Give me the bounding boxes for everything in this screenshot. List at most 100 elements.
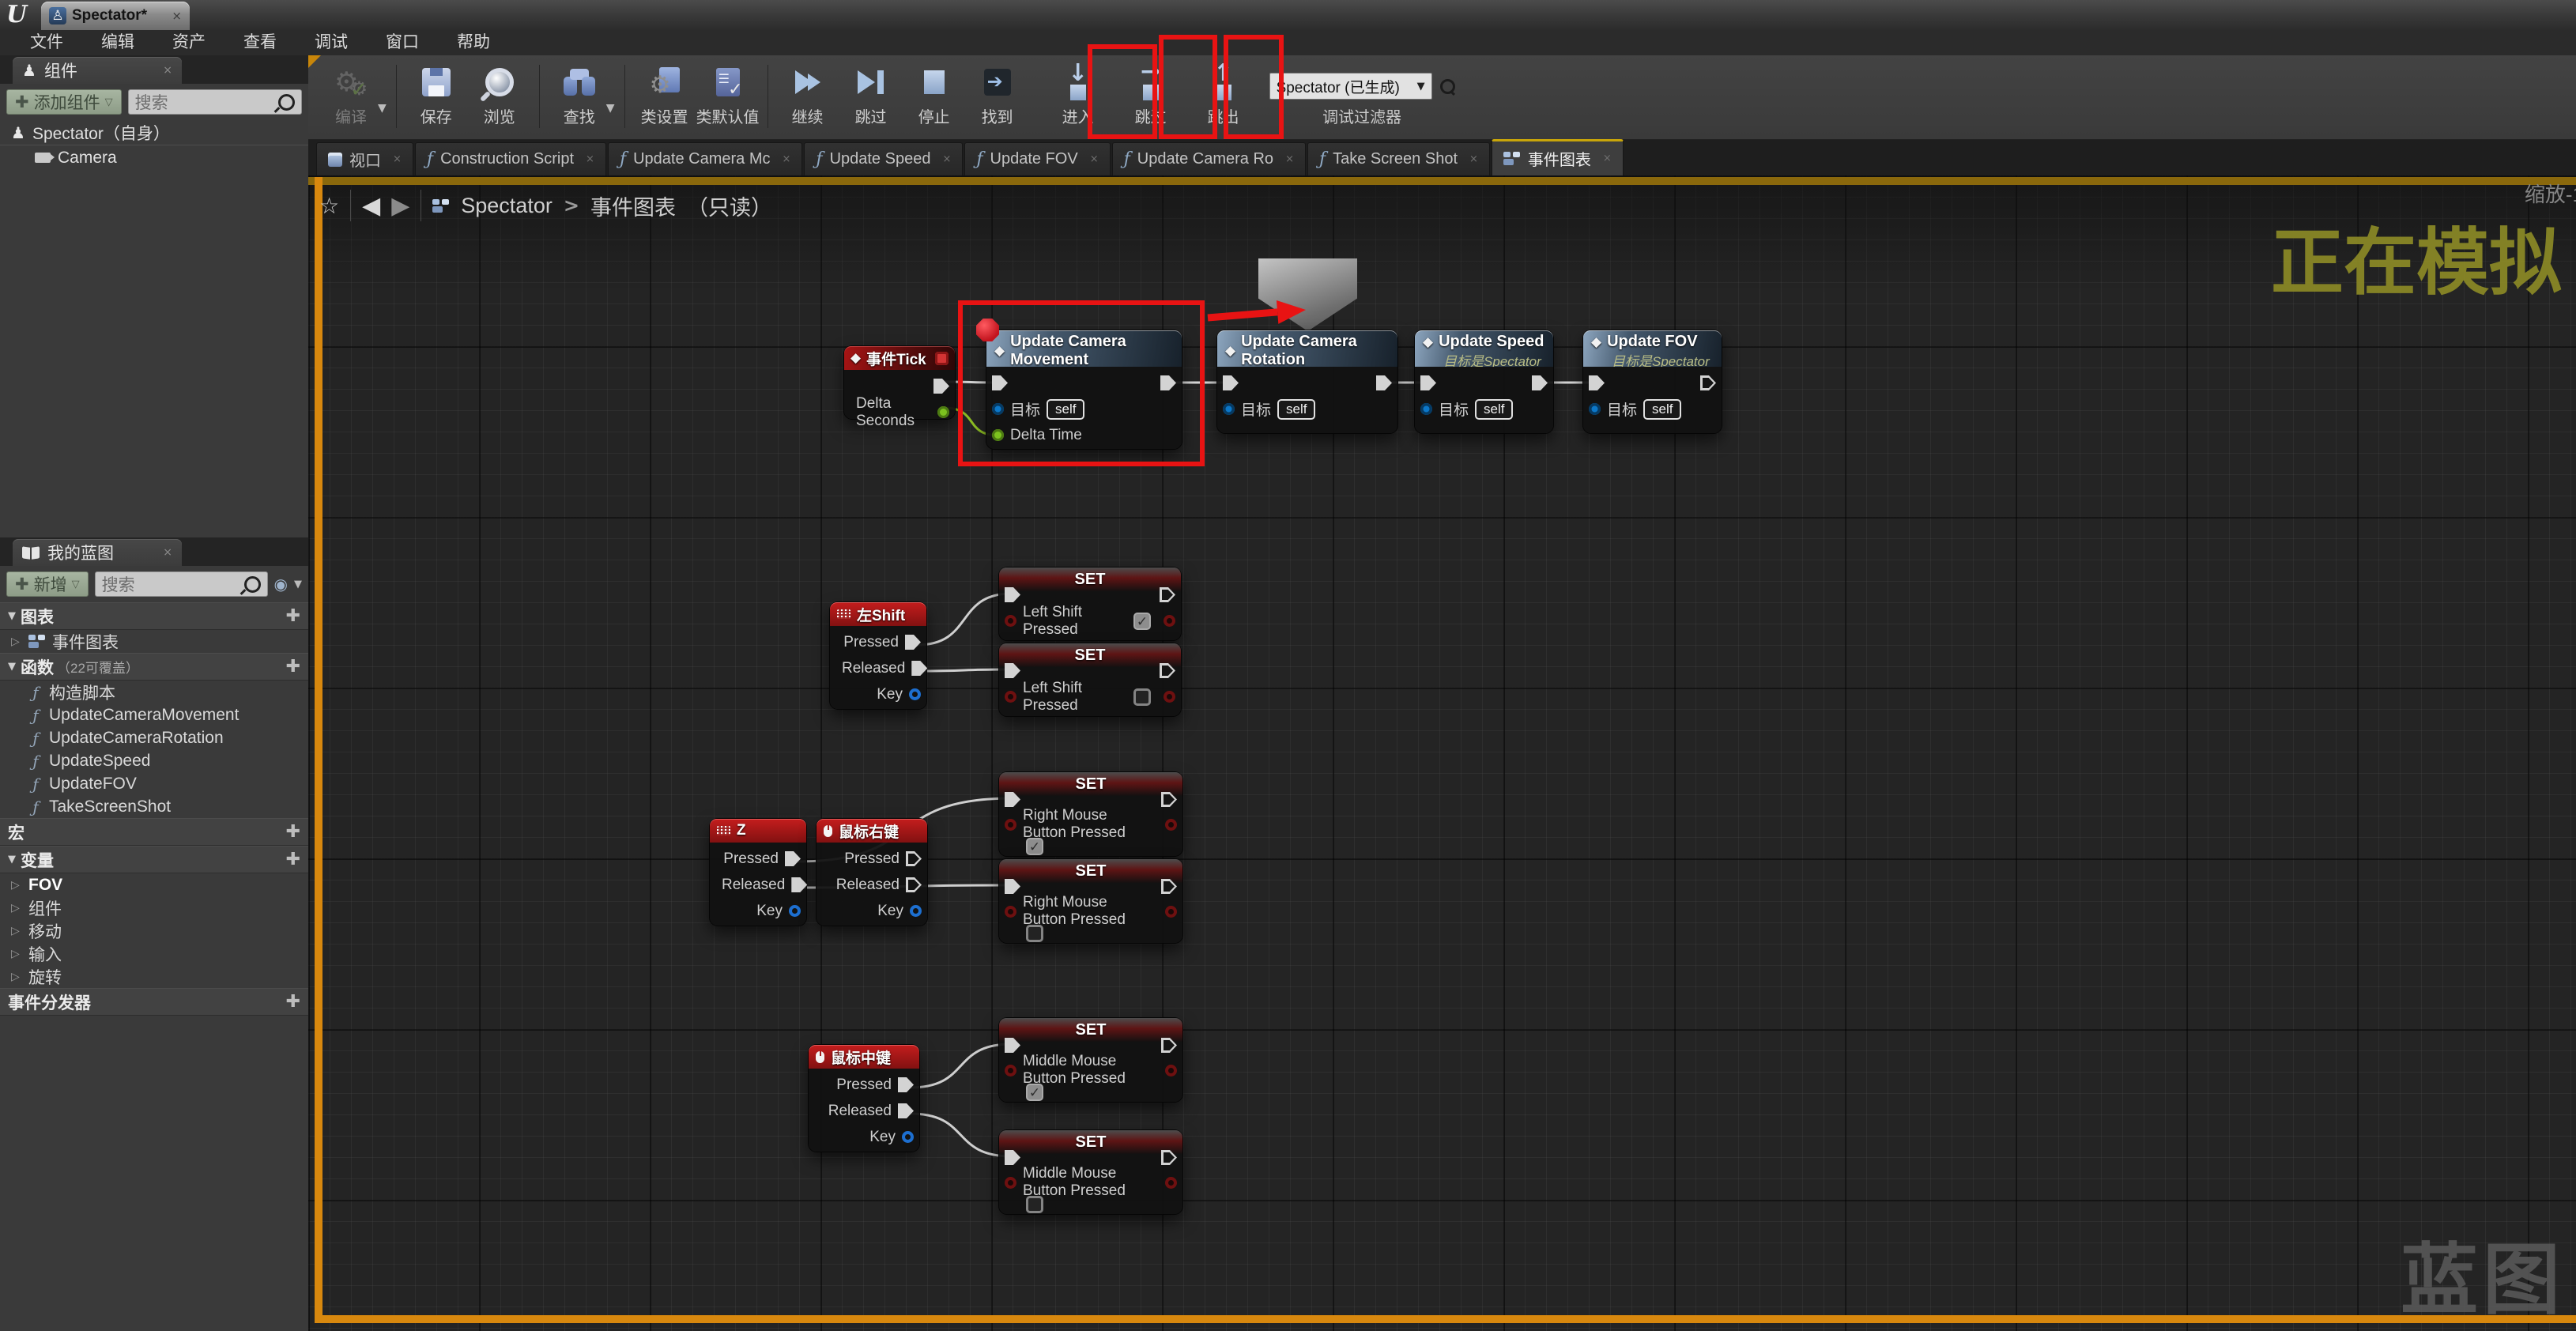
chevron-down-icon[interactable]: ▼ xyxy=(294,579,302,590)
list-item[interactable]: ▷移动 xyxy=(0,919,308,942)
doc-tab-Update Speed[interactable]: ƒUpdate Speed× xyxy=(804,142,963,175)
close-icon[interactable]: × xyxy=(783,153,791,165)
close-icon[interactable]: × xyxy=(1469,153,1478,165)
self-reference-box[interactable]: self xyxy=(1475,399,1513,420)
exec-pin[interactable] xyxy=(933,379,949,394)
toolbar-button-skip[interactable]: 跳过 xyxy=(839,62,903,127)
chevron-down-icon[interactable]: ▼ xyxy=(606,102,615,115)
list-item[interactable]: ▷旋转 xyxy=(0,965,308,988)
close-icon[interactable]: × xyxy=(942,153,951,165)
data-pin-blue-hollow[interactable] xyxy=(909,688,921,700)
node-lshift[interactable]: 左ShiftPressedReleasedKey xyxy=(830,602,926,709)
data-pin-red[interactable] xyxy=(1165,906,1177,918)
expander-icon[interactable]: ▷ xyxy=(11,925,22,937)
exec-pin[interactable] xyxy=(785,851,801,866)
close-icon[interactable]: × xyxy=(586,153,594,165)
exec-pin[interactable] xyxy=(1223,375,1239,390)
list-item[interactable]: ƒUpdateCameraRotation xyxy=(0,726,308,749)
exec-pin[interactable] xyxy=(911,661,927,676)
toolbar-button-binoculars[interactable]: 查找 xyxy=(548,62,611,127)
close-icon[interactable]: × xyxy=(163,64,172,77)
data-pin-red[interactable] xyxy=(1005,691,1016,703)
data-pin-red[interactable] xyxy=(1005,906,1016,918)
data-pin-blue[interactable] xyxy=(1589,403,1601,415)
checkbox-unchecked[interactable] xyxy=(1026,1196,1043,1213)
breadcrumb-asset[interactable]: Spectator xyxy=(461,194,553,218)
nav-back-icon[interactable]: ◀ xyxy=(362,192,380,220)
list-item[interactable]: ▷FOV xyxy=(0,873,308,896)
list-item[interactable]: ▷组件 xyxy=(0,896,308,919)
doc-tab-Construction Script[interactable]: ƒConstruction Script× xyxy=(415,142,606,175)
list-item[interactable]: ƒUpdateFOV xyxy=(0,772,308,795)
node-ucr[interactable]: ◆Update Camera Rotation目标是Spectator目标sel… xyxy=(1217,330,1397,433)
toolbar-button-save[interactable]: 保存 xyxy=(405,62,468,127)
list-item[interactable]: ▷事件图表 xyxy=(0,630,308,653)
expander-icon[interactable]: ▷ xyxy=(11,948,22,960)
toolbar-button-browse[interactable]: 浏览 xyxy=(468,62,531,127)
data-pin-red[interactable] xyxy=(1165,819,1177,831)
event-graph-canvas[interactable]: 缩放-1 ☆ ◀ ▶ Spectator > 事件图表 （只读） 正在模拟 蓝图… xyxy=(308,175,2576,1331)
add-component-button[interactable]: ✚ 添加组件 ▽ xyxy=(6,89,122,115)
data-pin-red[interactable] xyxy=(1164,615,1175,627)
checkbox-unchecked[interactable] xyxy=(1026,925,1043,942)
exec-pin[interactable] xyxy=(1532,375,1548,390)
expander-icon[interactable]: ▼ xyxy=(8,610,16,622)
expander-icon[interactable]: ▷ xyxy=(11,902,22,914)
exec-pin[interactable] xyxy=(898,1077,914,1092)
menu-item-2[interactable]: 资产 xyxy=(153,30,224,55)
tab-my-blueprint[interactable]: 我的蓝图 × xyxy=(13,539,182,566)
data-pin-red[interactable] xyxy=(1165,1177,1177,1189)
close-icon[interactable]: × xyxy=(1603,153,1612,164)
data-pin-red[interactable] xyxy=(1165,1065,1177,1076)
section-header-图表[interactable]: ▼图表✚ xyxy=(0,602,308,630)
visibility-filter-icon[interactable]: ◉ xyxy=(274,575,288,594)
menu-item-5[interactable]: 窗口 xyxy=(367,30,438,55)
add-new-button[interactable]: ✚ 新增 ▽ xyxy=(6,571,89,597)
node-rmb[interactable]: 鼠标右键PressedReleasedKey xyxy=(817,819,927,926)
menu-item-4[interactable]: 调试 xyxy=(296,30,367,55)
data-pin-green[interactable] xyxy=(937,406,949,418)
expander-icon[interactable]: ▼ xyxy=(8,661,16,673)
expander-icon[interactable]: ▷ xyxy=(11,879,22,892)
asset-window-tab[interactable]: ♙ Spectator* × xyxy=(41,2,190,30)
doc-tab-Update Camera Ro[interactable]: ƒUpdate Camera Ro× xyxy=(1112,142,1306,175)
node-uspd[interactable]: ◆Update Speed目标是Spectator目标self xyxy=(1415,330,1553,433)
list-item[interactable]: ▷输入 xyxy=(0,942,308,965)
data-pin-red[interactable] xyxy=(1164,691,1175,703)
checkbox-checked[interactable]: ✓ xyxy=(1026,838,1043,855)
data-pin-blue-hollow[interactable] xyxy=(789,905,801,917)
data-pin-blue-hollow[interactable] xyxy=(902,1131,914,1143)
list-item[interactable]: ƒ构造脚本 xyxy=(0,681,308,703)
node-set_ls_off[interactable]: SETLeft Shift Pressed xyxy=(999,643,1181,716)
data-pin-blue[interactable] xyxy=(1420,403,1432,415)
section-header-函数[interactable]: ▼函数（22可覆盖）✚ xyxy=(0,653,308,681)
close-icon[interactable]: × xyxy=(1090,153,1099,165)
checkbox-checked[interactable]: ✓ xyxy=(1133,613,1151,630)
list-item[interactable]: ƒUpdateSpeed xyxy=(0,749,308,772)
doc-tab-Update Camera Mc[interactable]: ƒUpdate Camera Mc× xyxy=(608,142,802,175)
expander-icon[interactable]: ▼ xyxy=(8,854,16,865)
tree-item[interactable]: ♟Spectator（自身） xyxy=(0,120,308,145)
data-pin-red[interactable] xyxy=(1005,1177,1016,1189)
debug-filter-select[interactable]: Spectator (已生成)▼ xyxy=(1269,73,1432,100)
data-pin-red[interactable] xyxy=(1005,819,1016,831)
close-icon[interactable]: × xyxy=(172,9,182,23)
search-icon[interactable] xyxy=(1440,79,1455,94)
breadcrumb-page[interactable]: 事件图表 xyxy=(590,190,676,221)
self-reference-box[interactable]: self xyxy=(1643,399,1681,420)
close-icon[interactable]: × xyxy=(163,546,172,559)
self-reference-box[interactable]: self xyxy=(1277,399,1315,420)
add-icon[interactable]: ✚ xyxy=(286,822,300,842)
exec-pin[interactable] xyxy=(906,851,922,866)
nav-forward-icon[interactable]: ▶ xyxy=(391,192,409,220)
menu-item-0[interactable]: 文件 xyxy=(11,30,82,55)
close-icon[interactable]: × xyxy=(393,153,402,165)
exec-pin[interactable] xyxy=(905,635,921,650)
menu-item-3[interactable]: 查看 xyxy=(224,30,296,55)
close-icon[interactable]: × xyxy=(1285,153,1294,165)
exec-pin[interactable] xyxy=(1376,375,1392,390)
components-search-input[interactable]: 搜索 xyxy=(128,89,302,115)
toolbar-button-class-defaults[interactable]: 类默认值 xyxy=(696,62,760,127)
doc-tab-Take Screen Shot[interactable]: ƒTake Screen Shot× xyxy=(1307,142,1490,175)
tab-components[interactable]: ♟ 组件 × xyxy=(13,57,182,84)
